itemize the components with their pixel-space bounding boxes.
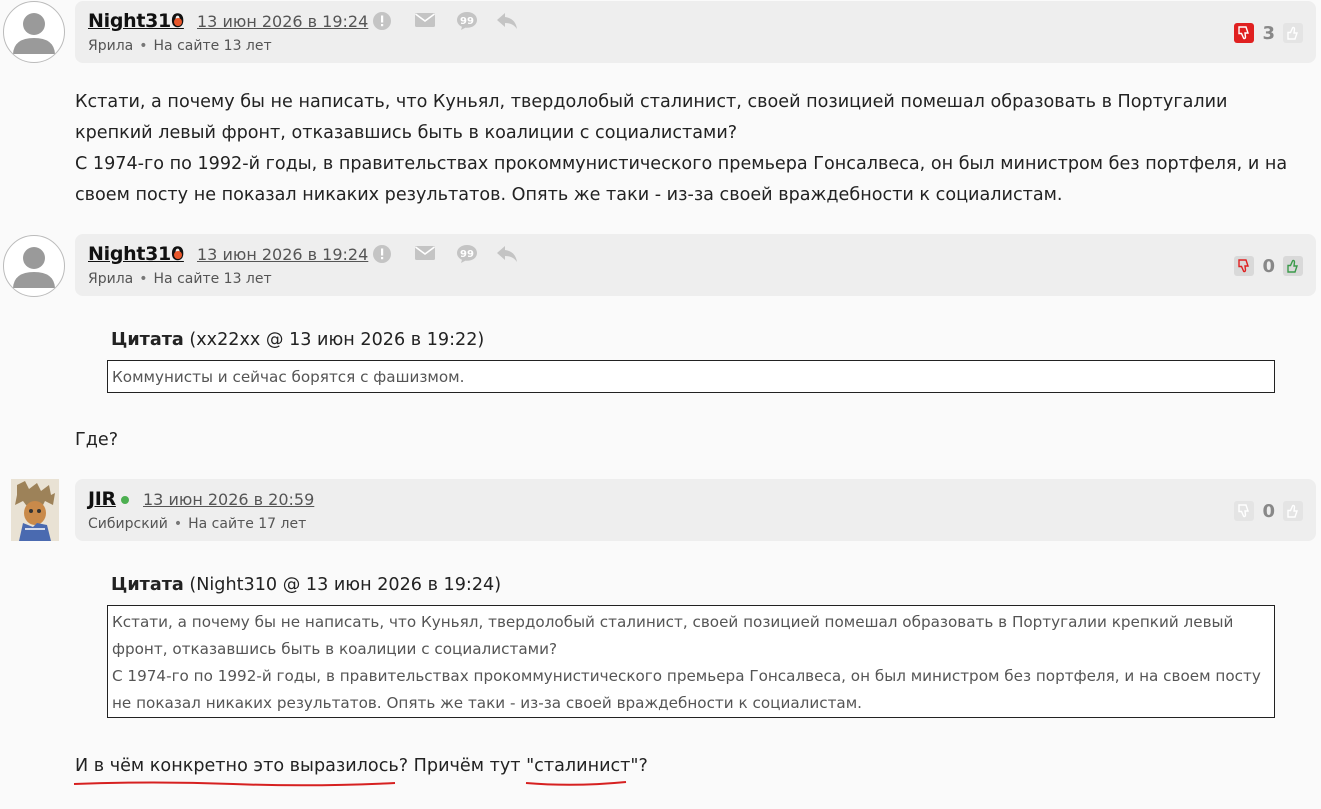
report-icon[interactable] xyxy=(372,244,394,264)
quote-text: Кстати, а почему бы не написать, что Кун… xyxy=(112,613,1234,658)
user-group: Сибирский xyxy=(88,516,168,532)
dislike-button[interactable] xyxy=(1234,23,1255,43)
vote-widget: 0 xyxy=(1234,500,1303,522)
comment-body: И в чём конкретно это выразилось? Причём… xyxy=(73,751,1295,787)
default-avatar-icon xyxy=(13,247,55,288)
comment-header: JIR 13 июн 2026 в 20:59 Сибирский • На сай… xyxy=(75,479,1316,541)
author-meta: Сибирский • На сайте 17 лет xyxy=(88,516,306,532)
site-age: На сайте 13 лет xyxy=(153,38,272,54)
user-avatar-image xyxy=(11,479,59,541)
quote-label: Цитата xyxy=(111,330,184,350)
thumbs-down-icon xyxy=(1238,504,1250,518)
author-meta: Ярила • На сайте 13 лет xyxy=(88,38,272,54)
quote-header: Цитата (xx22xx @ 13 июн 2026 в 19:22) xyxy=(111,330,484,350)
reply-text: ? Причём тут xyxy=(398,756,527,776)
quote-box: Кстати, а почему бы не написать, что Кун… xyxy=(107,605,1275,718)
quote-box: Коммунисты и сейчас борятся с фашизмом. xyxy=(107,360,1275,393)
thumbs-down-icon xyxy=(1238,26,1250,40)
site-age: На сайте 13 лет xyxy=(153,271,272,287)
reply-text: "сталинист" xyxy=(526,756,639,776)
like-button[interactable] xyxy=(1283,501,1303,521)
online-indicator xyxy=(174,251,182,259)
site-age: На сайте 17 лет xyxy=(188,516,307,532)
quote-label: Цитата xyxy=(111,575,184,595)
quote-icon[interactable]: 99 xyxy=(456,244,478,264)
like-button[interactable] xyxy=(1283,256,1303,276)
thumbs-down-icon xyxy=(1238,259,1250,273)
red-underline xyxy=(526,781,627,786)
online-indicator xyxy=(174,18,182,26)
svg-text:99: 99 xyxy=(460,249,474,260)
comment-paragraph: Где? xyxy=(75,430,119,450)
vote-score: 0 xyxy=(1262,500,1275,522)
thumbs-up-icon xyxy=(1287,26,1298,40)
reply-icon[interactable] xyxy=(496,244,518,264)
author-link[interactable]: JIR xyxy=(88,488,116,510)
online-indicator xyxy=(121,496,129,504)
quote-text: Коммунисты и сейчас борятся с фашизмом. xyxy=(112,368,465,386)
user-avatar[interactable] xyxy=(11,479,59,541)
quote-text: С 1974-го по 1992-й годы, в правительств… xyxy=(112,667,1261,712)
quote-header: Цитата (Night310 @ 13 июн 2026 в 19:24) xyxy=(111,575,501,595)
like-button[interactable] xyxy=(1283,23,1303,43)
reply-text: И в чём конкретно это выразилось xyxy=(75,756,399,776)
red-underline xyxy=(73,781,396,787)
dislike-button[interactable] xyxy=(1234,256,1255,276)
comment-body: Кстати, а почему бы не написать, что Кун… xyxy=(75,87,1295,211)
comment-paragraph: С 1974-го по 1992-й годы, в правительств… xyxy=(75,154,1288,205)
author-link[interactable]: Night310 xyxy=(88,10,184,32)
vote-score: 3 xyxy=(1262,22,1275,44)
comment-header: Night310 13 июн 2026 в 19:24 99 Ярила • На… xyxy=(75,1,1316,63)
svg-text:99: 99 xyxy=(460,16,474,27)
reply-icon[interactable] xyxy=(496,11,518,31)
meta-separator: • xyxy=(139,38,148,54)
vote-widget: 3 xyxy=(1234,22,1303,44)
comment-date-link[interactable]: 13 июн 2026 в 19:24 xyxy=(197,12,368,31)
comment-paragraph: И в чём конкретно это выразилось? Причём… xyxy=(73,751,1295,787)
thumbs-up-icon xyxy=(1287,259,1298,273)
meta-separator: • xyxy=(139,271,148,287)
underlined-phrase: И в чём конкретно это выразилось xyxy=(73,751,399,787)
default-avatar-icon xyxy=(13,13,55,54)
comment-body: Где? xyxy=(75,425,1295,456)
meta-separator: • xyxy=(173,516,183,532)
comment-paragraph: Кстати, а почему бы не написать, что Кун… xyxy=(75,92,1228,143)
author-link[interactable]: Night310 xyxy=(88,243,184,265)
underlined-phrase: "сталинист" xyxy=(526,751,639,786)
report-icon[interactable] xyxy=(372,11,394,31)
message-icon[interactable] xyxy=(414,11,436,31)
quote-source: (Night310 @ 13 июн 2026 в 19:24) xyxy=(189,575,502,595)
user-group: Ярила xyxy=(88,271,134,287)
quote-source: (xx22xx @ 13 июн 2026 в 19:22) xyxy=(189,330,485,350)
dislike-button[interactable] xyxy=(1234,501,1255,521)
thumbs-up-icon xyxy=(1287,504,1298,518)
user-group: Ярила xyxy=(88,38,134,54)
vote-score: 0 xyxy=(1262,255,1275,277)
comment-date-link[interactable]: 13 июн 2026 в 20:59 xyxy=(143,490,314,509)
message-icon[interactable] xyxy=(414,244,436,264)
quote-icon[interactable]: 99 xyxy=(456,11,478,31)
author-meta: Ярила • На сайте 13 лет xyxy=(88,271,272,287)
user-avatar[interactable] xyxy=(3,1,65,63)
user-avatar[interactable] xyxy=(3,235,65,297)
comment-header: Night310 13 июн 2026 в 19:24 99 Ярила • На… xyxy=(75,234,1316,296)
reply-text: ? xyxy=(638,756,648,776)
vote-widget: 0 xyxy=(1234,255,1303,277)
comment-date-link[interactable]: 13 июн 2026 в 19:24 xyxy=(197,245,368,264)
